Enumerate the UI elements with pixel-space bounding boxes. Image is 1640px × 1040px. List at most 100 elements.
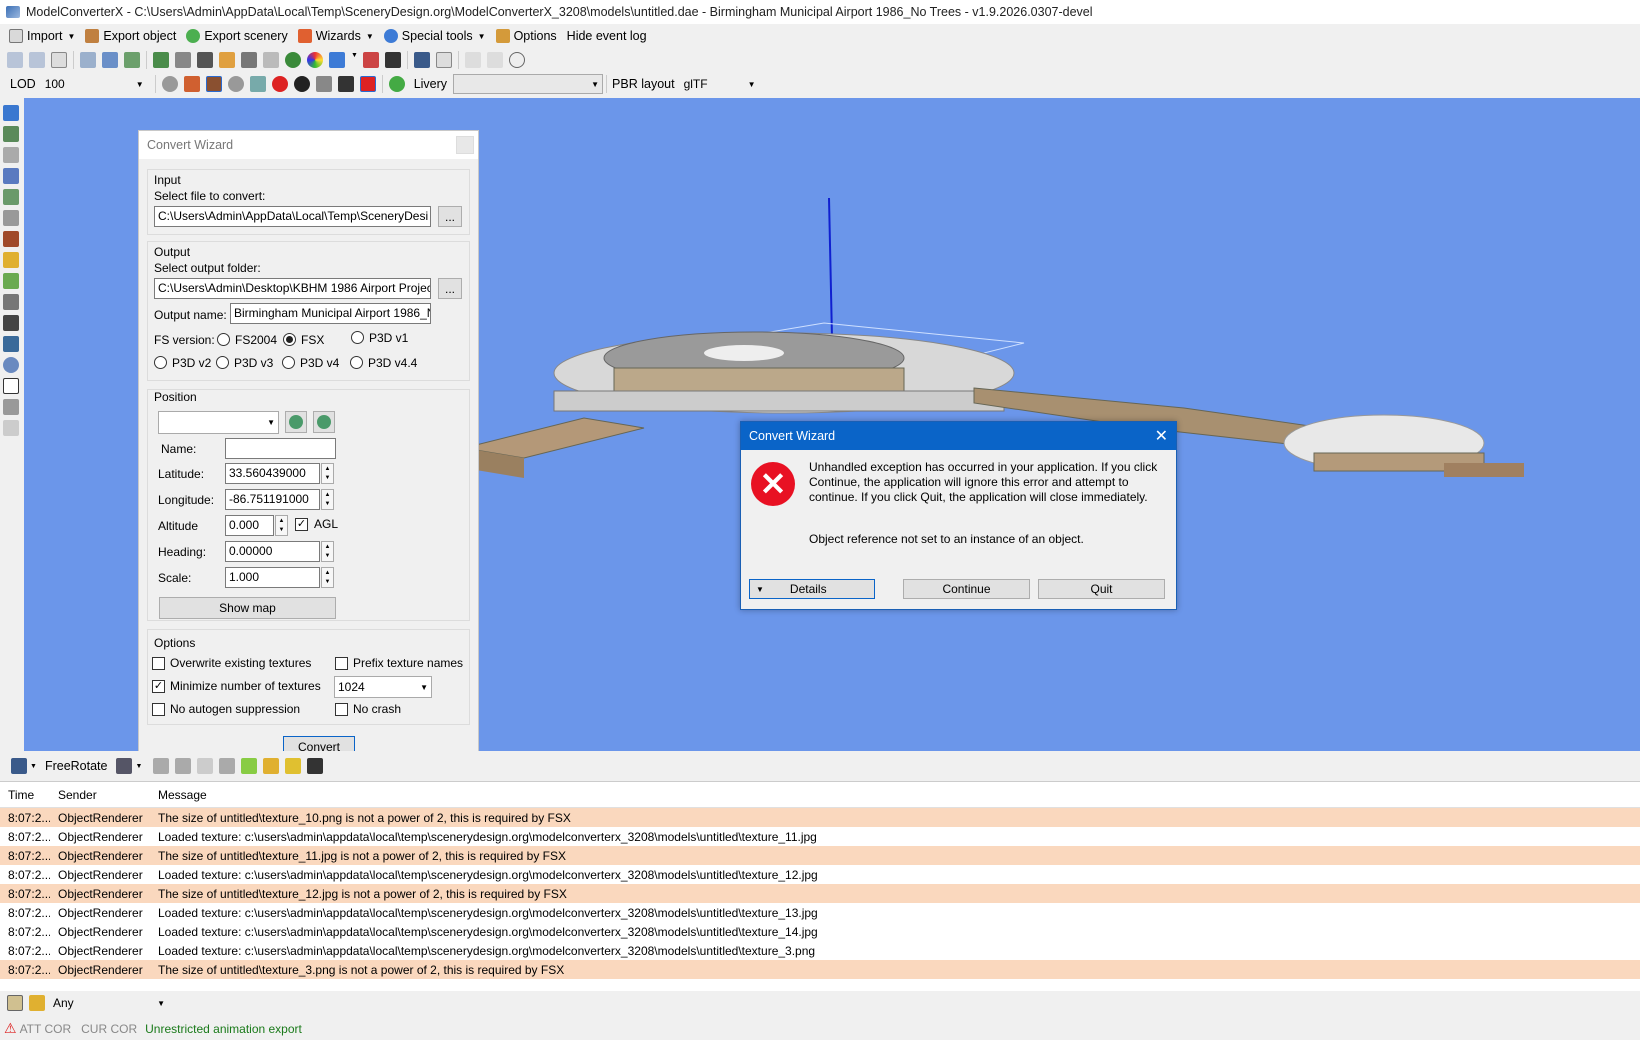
page-icon[interactable]	[51, 52, 67, 68]
clock-icon[interactable]	[509, 52, 525, 68]
globe-icon[interactable]	[285, 52, 301, 68]
cube-icon[interactable]	[3, 210, 19, 226]
eye-icon[interactable]	[3, 357, 19, 373]
transform-icon[interactable]	[219, 758, 236, 774]
axes-icon[interactable]	[249, 76, 266, 92]
table-row[interactable]: 8:07:2... ObjectRenderer Loaded texture: c…	[0, 903, 1640, 922]
table-row[interactable]: 8:07:2... ObjectRenderer The size of untit…	[0, 846, 1640, 865]
fs-radio-p3d-v1[interactable]	[351, 331, 364, 344]
altitude-stepper[interactable]: ▲ ▼	[275, 515, 288, 536]
move-icon[interactable]	[175, 758, 192, 774]
no-autogen-checkbox[interactable]	[152, 703, 165, 716]
light-icon[interactable]	[285, 758, 302, 774]
column-header-sender[interactable]: Sender	[50, 788, 150, 802]
fs-radio-p3d-v2[interactable]	[154, 356, 167, 369]
grid-view-icon[interactable]	[3, 105, 19, 121]
layer-icon[interactable]	[3, 252, 19, 268]
textured-box-icon[interactable]	[205, 76, 222, 92]
set-position-button[interactable]	[313, 411, 335, 433]
rotate-icon[interactable]	[153, 758, 170, 774]
quit-button[interactable]: Quit	[1038, 579, 1165, 599]
agl-checkbox[interactable]: ✓	[295, 518, 308, 531]
texture-icon[interactable]	[175, 52, 191, 68]
latitude-field[interactable]: 33.560439000	[225, 463, 320, 484]
close-button[interactable]	[456, 136, 474, 154]
chevron-down-icon[interactable]: ▼	[366, 32, 374, 41]
log-level-filter[interactable]: Any ▼	[50, 993, 168, 1013]
menu-hide-event-log[interactable]: Hide event log	[562, 25, 652, 47]
column-header-message[interactable]: Message	[150, 788, 207, 802]
hierarchy-icon[interactable]	[124, 52, 140, 68]
details-button[interactable]: ▼ Details	[749, 579, 875, 599]
chevron-down-icon[interactable]: ▼	[135, 763, 142, 770]
calculator-icon[interactable]	[3, 189, 19, 205]
chevron-down-icon[interactable]: ▼	[478, 32, 486, 41]
add-effect-icon[interactable]	[263, 758, 280, 774]
film-icon[interactable]	[197, 52, 213, 68]
texture-size-select[interactable]: 1024 ▼	[334, 676, 432, 698]
screen-icon[interactable]	[414, 52, 430, 68]
scale-field[interactable]: 1.000	[225, 567, 320, 588]
grid-icon[interactable]	[315, 76, 332, 92]
box-icon[interactable]	[183, 76, 200, 92]
color-wheel-icon[interactable]	[307, 52, 323, 68]
chevron-down-icon[interactable]: ▼	[30, 763, 37, 770]
output-name-field[interactable]: Birmingham Municipal Airport 1986_N	[230, 303, 431, 324]
pointer-icon[interactable]	[307, 758, 324, 774]
brick-icon[interactable]	[3, 231, 19, 247]
fs-radio-p3d-v44[interactable]	[350, 356, 363, 369]
teapot-icon[interactable]	[359, 76, 376, 92]
lod-select[interactable]: 100 ▼	[41, 74, 147, 94]
fs-radio-fs2004[interactable]	[217, 333, 230, 346]
livery-select[interactable]: ▼	[453, 74, 604, 94]
browse-output-button[interactable]: ...	[438, 278, 462, 299]
image-icon[interactable]	[219, 52, 235, 68]
fit-view-icon[interactable]	[11, 758, 27, 774]
table-row[interactable]: 8:07:2... ObjectRenderer Loaded texture: c…	[0, 865, 1640, 884]
column-header-time[interactable]: Time	[0, 788, 50, 802]
browse-input-button[interactable]: ...	[438, 206, 462, 227]
gear-icon[interactable]	[161, 76, 178, 92]
camera-icon[interactable]	[116, 758, 133, 774]
airplane-icon[interactable]	[3, 315, 19, 331]
error-dialog-title-bar[interactable]: Convert Wizard ✕	[741, 422, 1176, 450]
overwrite-textures-checkbox[interactable]	[152, 657, 165, 670]
red-ball-icon[interactable]	[271, 76, 288, 92]
heading-field[interactable]: 0.00000	[225, 541, 320, 562]
fs-radio-fsx[interactable]	[283, 333, 296, 346]
pin-icon[interactable]	[102, 52, 118, 68]
chevron-down-icon[interactable]: ▼	[351, 52, 358, 68]
prefix-texture-names-checkbox[interactable]	[335, 657, 348, 670]
wizard-title-bar[interactable]: Convert Wizard	[139, 131, 478, 159]
frame-icon[interactable]	[3, 378, 19, 394]
checker-icon[interactable]	[293, 76, 310, 92]
show-map-button[interactable]: Show map	[159, 597, 336, 619]
table-row[interactable]: 8:07:2... ObjectRenderer The size of untit…	[0, 808, 1640, 827]
altitude-field[interactable]: 0.000	[225, 515, 274, 536]
close-icon[interactable]: ✕	[1155, 426, 1168, 446]
menu-wizards[interactable]: Wizards ▼	[293, 25, 379, 47]
fs-radio-p3d-v3[interactable]	[216, 356, 229, 369]
table-row[interactable]: 8:07:2... ObjectRenderer The size of untit…	[0, 960, 1640, 979]
transform-icon[interactable]	[329, 52, 345, 68]
tools-icon[interactable]	[3, 336, 19, 352]
no-crash-checkbox[interactable]	[335, 703, 348, 716]
person-icon[interactable]	[385, 52, 401, 68]
heading-stepper[interactable]: ▲ ▼	[321, 541, 334, 562]
scale-stepper[interactable]: ▲ ▼	[321, 567, 334, 588]
menu-export-object[interactable]: Export object	[80, 25, 181, 47]
table-row[interactable]: 8:07:2... ObjectRenderer The size of untit…	[0, 884, 1640, 903]
sphere-icon[interactable]	[227, 76, 244, 92]
chevron-down-icon[interactable]: ▼	[67, 32, 75, 41]
disabled-tool-icon[interactable]	[3, 420, 19, 436]
select-icon[interactable]	[197, 758, 214, 774]
output-folder-field[interactable]: C:\Users\Admin\Desktop\KBHM 1986 Airport…	[154, 278, 431, 299]
longitude-stepper[interactable]: ▲ ▼	[321, 489, 334, 510]
disabled-icon[interactable]	[263, 52, 279, 68]
menu-special-tools[interactable]: Special tools ▼	[379, 25, 491, 47]
refresh-icon[interactable]	[388, 76, 405, 92]
cube-icon[interactable]	[241, 52, 257, 68]
undo-icon[interactable]	[465, 52, 481, 68]
camera-mode-label[interactable]: FreeRotate	[45, 759, 108, 773]
shadow-icon[interactable]	[337, 76, 354, 92]
